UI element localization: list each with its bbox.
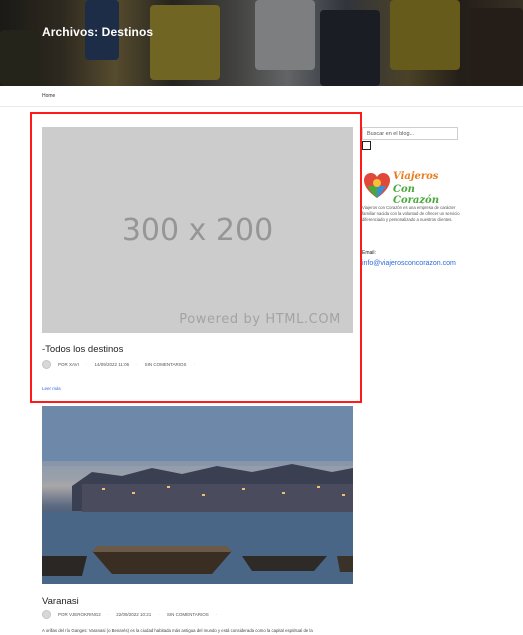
breadcrumb-home[interactable]: Home	[42, 93, 55, 99]
post-thumbnail-varanasi[interactable]	[42, 406, 353, 584]
avatar	[42, 610, 51, 619]
meta-separator: ·	[107, 612, 110, 617]
page-header-hero: Archivos: Destinos	[0, 0, 523, 86]
varanasi-photo	[42, 406, 353, 584]
hero-overlay	[0, 0, 523, 86]
post-meta: POR VJEROKRING2 · 22/09/2022 10:21 · SIN…	[42, 610, 217, 619]
post-excerpt: A orillas del río Ganges: Varanasi (o Be…	[42, 628, 313, 633]
post-date: 22/09/2022 10:21	[116, 612, 152, 617]
meta-separator: ·	[158, 612, 160, 617]
post-title[interactable]: Varanasi	[42, 596, 79, 607]
email-link[interactable]: info@viajerosconcorazon.com	[362, 260, 456, 267]
divider	[0, 106, 523, 107]
heart-globe-icon	[364, 173, 390, 198]
meta-separator: ·	[215, 612, 218, 617]
logo-text-line1: Viajeros	[393, 171, 439, 182]
email-label: Email:	[362, 250, 376, 256]
post-author[interactable]: POR VJEROKRING2	[58, 612, 101, 617]
page-title: Archivos: Destinos	[42, 25, 154, 39]
search-submit-button[interactable]	[362, 141, 371, 150]
sidebar-description: Viajeros con Corazón es una empresa de c…	[362, 205, 460, 223]
highlight-box	[30, 112, 362, 403]
search-input[interactable]: Buscar en el blog...	[362, 127, 458, 140]
site-logo[interactable]: Viajeros Con Corazón	[362, 169, 462, 206]
post-comments[interactable]: SIN COMENTARIOS	[167, 612, 209, 617]
logo-text-line2: Con Corazón	[393, 184, 439, 206]
